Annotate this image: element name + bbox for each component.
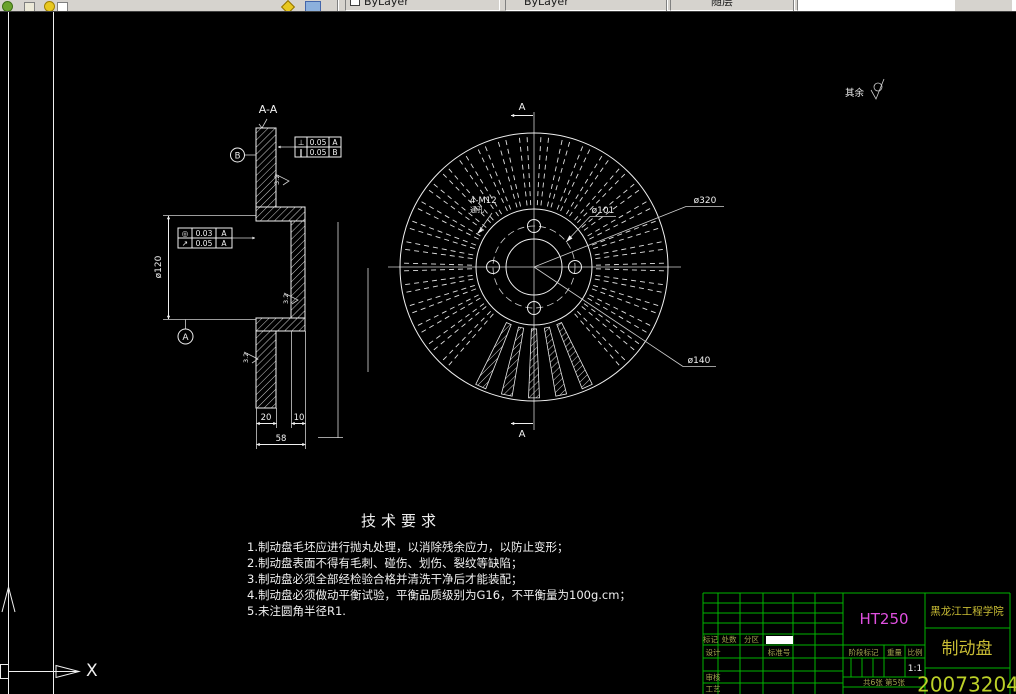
ucs-x-label: X <box>86 661 98 681</box>
tolerance-frame-1: ⊥ 0.05 A ∥ 0.05 B <box>277 136 342 158</box>
section-letter-bottom: A <box>519 429 526 440</box>
tech-req-title: 技术要求 <box>361 512 441 530</box>
side-section-view: A-A ø120 A 20 10 58 ⊥ 0.05 A ∥ 0.05 B B … <box>154 103 369 449</box>
toolbar-sun-icon[interactable] <box>44 1 55 11</box>
sheet-info: 共6张 第5张 <box>863 677 905 687</box>
tech-req-item-3: 3.制动盘必须全部经检验合格并清洗干净后才能装配； <box>247 572 522 586</box>
drawing-canvas[interactable]: X A-A ø120 A 20 10 58 ⊥ 0.05 A ∥ 0.05 B … <box>0 0 1016 694</box>
color-combo[interactable]: ByLayer <box>505 0 683 11</box>
tech-req-item-2: 2.制动盘表面不得有毛刺、碰伤、划伤、裂纹等缺陷； <box>247 556 522 570</box>
label-process: 工艺 <box>706 685 721 694</box>
dim-phi140: ø140 <box>533 266 716 367</box>
front-view: A A ø320 ø101 ø140 4-M12 通孔 <box>388 102 724 440</box>
roughness-mark: 3.2 <box>273 173 290 186</box>
dim-10-text: 10 <box>294 413 305 423</box>
tol3-symbol: ◎ <box>182 229 189 238</box>
dim-phi120-text: ø120 <box>154 255 164 278</box>
tech-req-item-1: 1.制动盘毛坯应进行抛丸处理，以消除残余应力，以防止变形； <box>247 540 568 554</box>
tol2-datum: B <box>332 148 337 157</box>
tol2-symbol: ∥ <box>299 148 303 157</box>
cad-application-window: ByLayer ByLayer 随层 X A-A ø120 A 20 10 58… <box>0 0 1016 694</box>
sheet-frame <box>1 11 54 694</box>
toolbar-separator <box>666 0 668 11</box>
title-block: 标记 处数 分区 设计 标准号 审核 工艺 阶段标记 重量 比例 1:1 共6张… <box>702 592 1016 694</box>
tol4-datum: A <box>221 239 227 248</box>
datum-a: A <box>177 319 194 345</box>
lineweight-combo[interactable] <box>797 0 955 11</box>
roughness-icon <box>258 118 268 129</box>
revision-highlight-cell <box>766 636 793 644</box>
tech-req-item-4: 4.制动盘必须做动平衡试验，平衡品质级别为G16，不平衡量为100g.cm； <box>247 588 631 602</box>
label-stage: 阶段标记 <box>849 647 879 657</box>
label-weight: 重量 <box>887 648 902 657</box>
tol4-value: 0.05 <box>196 239 213 248</box>
tol3-value: 0.03 <box>196 229 213 238</box>
tol2-value: 0.05 <box>310 148 327 157</box>
surface-finish-icon <box>870 78 885 100</box>
linetype-combo-value: 随层 <box>711 0 733 8</box>
tol1-value: 0.05 <box>310 138 327 147</box>
toolbar-sheet-icon[interactable] <box>57 2 68 11</box>
dim-20-text: 20 <box>261 413 272 423</box>
surface-note-text: 其余 <box>845 87 865 99</box>
drawing-number: 20073204 <box>917 673 1016 694</box>
dim-phi140-text: ø140 <box>688 356 711 366</box>
label-design: 设计 <box>706 647 721 657</box>
tolerance-frame-2: ◎ 0.03 A ↗ 0.05 A <box>177 227 256 249</box>
tol3-datum: A <box>221 229 227 238</box>
roughness-value: 3.2 <box>282 294 290 304</box>
ucs-icon: X <box>0 661 98 681</box>
toolbar-globe-icon[interactable] <box>2 1 13 11</box>
holes-label-line1: 4-M12 <box>470 196 497 206</box>
tol1-datum: A <box>332 138 338 147</box>
material-spec: HT250 <box>859 610 908 628</box>
school-name: 黑龙江工程学院 <box>930 605 1004 618</box>
dim-phi320-text: ø320 <box>694 196 717 206</box>
datum-b-letter: B <box>235 152 241 162</box>
toolbar-layers-icon[interactable] <box>305 1 321 11</box>
color-combo-value: ByLayer <box>524 0 569 8</box>
label-check: 审核 <box>706 672 721 682</box>
toolbar-separator <box>793 0 795 11</box>
layer-color-swatch <box>350 0 360 6</box>
label-count: 处数 <box>722 634 737 644</box>
toolbar-diamond-icon[interactable] <box>280 0 296 11</box>
holes-label-line2: 通孔 <box>470 205 484 214</box>
toolbar-separator <box>337 0 339 11</box>
label-mark: 标记 <box>703 634 718 644</box>
label-standard-no: 标准号 <box>768 647 791 657</box>
tech-req-item-5: 5.未注圆角半径R1. <box>247 604 346 618</box>
dim-58-text: 58 <box>276 434 287 444</box>
toolbar-box-icon[interactable] <box>24 2 35 11</box>
layer-combo[interactable]: ByLayer <box>345 0 500 11</box>
tol4-symbol: ↗ <box>182 239 188 248</box>
layer-combo-value: ByLayer <box>364 0 409 8</box>
scrollbar-edge[interactable] <box>1012 0 1016 11</box>
section-letter-top: A <box>519 102 526 113</box>
top-toolbar: ByLayer ByLayer 随层 <box>0 0 1016 12</box>
surface-finish-note: 其余 <box>845 78 885 100</box>
roughness-value: 3.2 <box>242 353 250 363</box>
datum-b: B <box>230 147 256 163</box>
dim-phi101-text: ø101 <box>592 206 615 216</box>
tol1-symbol: ⊥ <box>298 138 305 147</box>
datum-a-letter: A <box>182 333 189 343</box>
label-scale: 比例 <box>908 647 923 657</box>
part-name: 制动盘 <box>942 639 993 659</box>
roughness-value: 3.2 <box>273 175 281 185</box>
technical-requirements: 技术要求 1.制动盘毛坯应进行抛丸处理，以消除残余应力，以防止变形； 2.制动盘… <box>247 512 631 618</box>
section-view-title: A-A <box>259 103 278 116</box>
label-zone: 分区 <box>744 635 759 644</box>
